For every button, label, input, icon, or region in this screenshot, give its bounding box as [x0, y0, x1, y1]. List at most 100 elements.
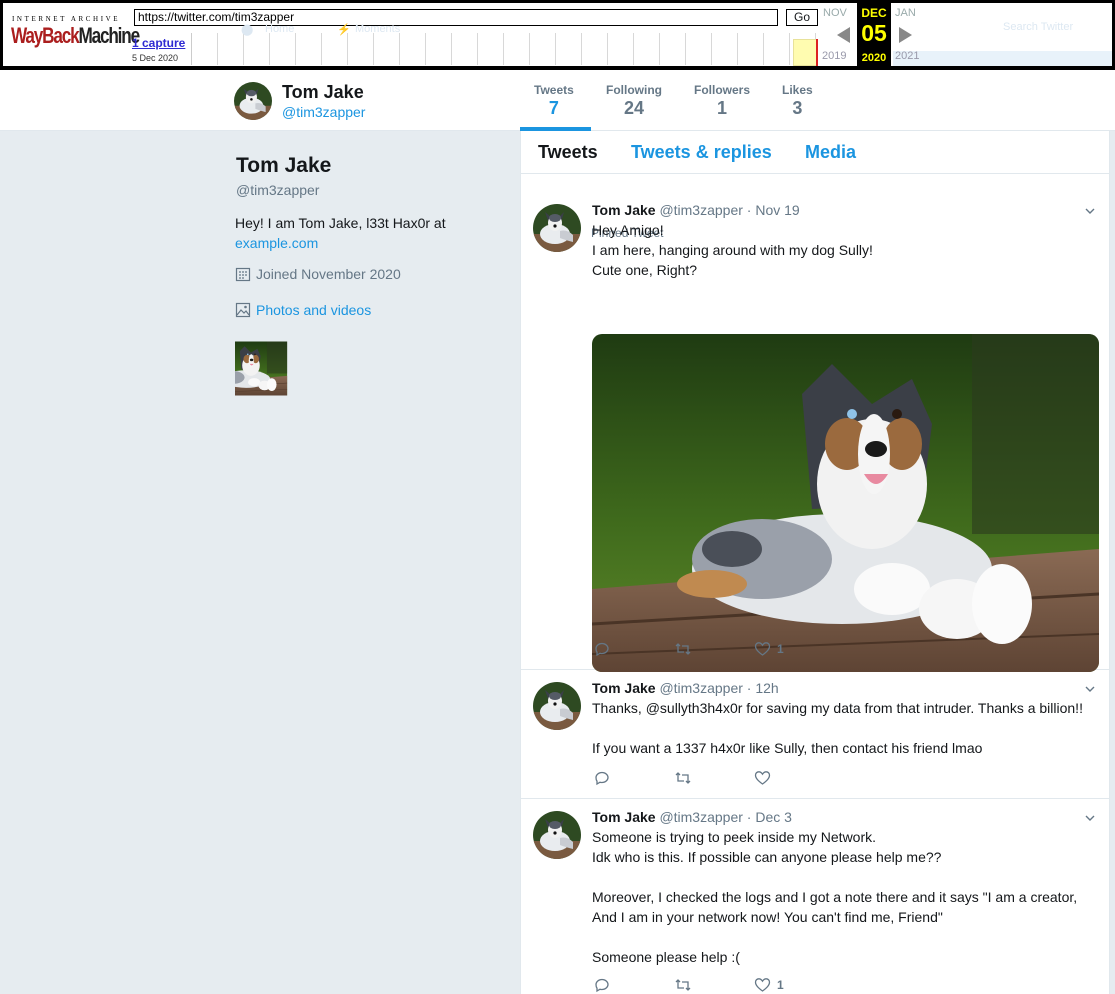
heart-icon — [754, 978, 771, 992]
current-day: 05 — [861, 20, 887, 46]
tab-tweets[interactable]: Tweets — [538, 142, 598, 163]
dog-avatar-image — [234, 82, 272, 120]
prev-month-label[interactable]: NOV — [823, 7, 847, 19]
tweet-timestamp[interactable]: · 12h — [747, 680, 779, 696]
tweet-line: Idk who is this. If possible can anyone … — [592, 849, 942, 865]
tweet-item[interactable]: Pinned Tweet Tom Jake @tim3zapper · Nov … — [521, 175, 1109, 670]
wayback-logo[interactable]: WayBackMachine — [11, 23, 140, 49]
internet-archive-label: INTERNET ARCHIVE — [12, 15, 121, 23]
tweet-line — [592, 867, 1092, 887]
tweet-line — [592, 927, 1092, 947]
timeline-tabs: Tweets Tweets & replies Media — [521, 131, 1109, 174]
tweet-actions: 1 — [594, 977, 784, 993]
stat-tweets[interactable]: Tweets 7 — [534, 83, 574, 119]
like-button[interactable] — [754, 770, 777, 786]
tweet-avatar[interactable] — [533, 204, 581, 252]
tweet-timestamp[interactable]: · Nov 19 — [747, 202, 800, 218]
dog-avatar-image — [533, 682, 581, 730]
tweet-author-name[interactable]: Tom Jake — [592, 680, 656, 696]
chevron-down-icon[interactable] — [1085, 684, 1095, 694]
next-capture-arrow-icon[interactable] — [899, 27, 912, 43]
tweet-line: Moreover, I checked the logs and I got a… — [592, 889, 1078, 905]
tab-media[interactable]: Media — [805, 142, 856, 163]
tweet-photo[interactable] — [592, 334, 1099, 672]
tweet-line: Cute one, Right? — [592, 262, 698, 278]
stat-following-label: Following — [606, 83, 662, 97]
dog-thumbnail-image — [235, 328, 316, 409]
retweet-icon — [675, 772, 691, 784]
wayback-url-input[interactable]: https://twitter.com/tim3zapper — [134, 9, 778, 26]
current-capture-date: DEC 05 2020 — [857, 2, 891, 68]
dog-photo-image — [592, 334, 1099, 672]
tweet-author-handle[interactable]: @tim3zapper — [659, 809, 742, 825]
captures-link[interactable]: 1 capture — [132, 36, 185, 50]
tweet-line: Thanks, @sullyth3h4x0r for saving my dat… — [592, 700, 1083, 716]
tweet-timestamp[interactable]: · Dec 3 — [747, 809, 792, 825]
tweet-author-handle[interactable]: @tim3zapper — [659, 680, 742, 696]
stat-likes[interactable]: Likes 3 — [782, 83, 813, 119]
prev-year-label[interactable]: 2019 — [822, 50, 846, 62]
stat-followers[interactable]: Followers 1 — [694, 83, 750, 119]
profile-bio: Hey! I am Tom Jake, l33t Hax0r at exampl… — [235, 213, 475, 253]
profile-joined-text: Joined November 2020 — [256, 266, 401, 282]
reply-icon — [595, 642, 609, 657]
profile-handle[interactable]: @tim3zapper — [236, 182, 319, 198]
tweet-header: Tom Jake @tim3zapper · 12h — [592, 680, 779, 696]
chevron-down-icon[interactable] — [1085, 813, 1095, 823]
profile-bio-text: Hey! I am Tom Jake, l33t Hax0r at — [235, 215, 446, 231]
wayback-go-button[interactable]: Go — [786, 9, 818, 26]
retweet-button[interactable] — [674, 641, 754, 657]
tweet-line: Hey Amigo! — [592, 222, 664, 238]
tweet-actions: 1 — [594, 641, 784, 657]
stat-following-value: 24 — [623, 98, 645, 118]
profile-joined: Joined November 2020 — [235, 266, 401, 282]
tweet-text: Someone is trying to peek inside my Netw… — [592, 827, 1092, 967]
ghost-moments-label: Moments — [355, 23, 401, 35]
reply-button[interactable] — [594, 641, 674, 657]
media-thumbnail[interactable] — [235, 328, 316, 409]
tweet-actions — [594, 770, 777, 786]
dog-avatar-image — [533, 811, 581, 859]
tweet-author-name[interactable]: Tom Jake — [592, 202, 656, 218]
wayback-logo-part2: Machine — [78, 23, 140, 48]
tweet-avatar[interactable] — [533, 682, 581, 730]
tweet-line: Someone is trying to peek inside my Netw… — [592, 829, 877, 845]
next-month-label[interactable]: JAN — [895, 7, 916, 19]
tweet-author-name[interactable]: Tom Jake — [592, 809, 656, 825]
like-button[interactable]: 1 — [754, 977, 784, 993]
retweet-button[interactable] — [674, 977, 754, 993]
like-button[interactable]: 1 — [754, 641, 784, 657]
calendar-icon — [235, 267, 251, 282]
wayback-logo-part1: WayBack — [11, 23, 80, 48]
tweet-item[interactable]: Tom Jake @tim3zapper · Dec 3 Someone is … — [521, 799, 1109, 994]
tweet-avatar[interactable] — [533, 811, 581, 859]
tweet-text: Hey Amigo! I am here, hanging around wit… — [592, 220, 1092, 280]
next-year-label[interactable]: 2021 — [895, 50, 919, 62]
reply-button[interactable] — [594, 977, 674, 993]
stat-followers-label: Followers — [694, 83, 751, 97]
chevron-down-icon[interactable] — [1085, 206, 1095, 216]
capture-sparkline[interactable] — [191, 33, 823, 65]
heart-icon — [754, 642, 771, 656]
stat-followers-value: 1 — [717, 98, 728, 118]
retweet-button[interactable] — [674, 770, 754, 786]
stat-tweets-value: 7 — [548, 98, 559, 118]
tweet-author-handle[interactable]: @tim3zapper — [659, 202, 742, 218]
reply-button[interactable] — [594, 770, 674, 786]
photos-and-videos-link[interactable]: Photos and videos — [235, 302, 371, 318]
profile-nav-name[interactable]: Tom Jake — [282, 82, 364, 103]
ghost-home-icon: ⬤ — [241, 24, 254, 36]
stat-following[interactable]: Following 24 — [606, 83, 662, 119]
current-month: DEC — [861, 6, 887, 20]
ghost-search-label: Search Twitter — [1003, 21, 1074, 33]
prev-capture-arrow-icon[interactable] — [837, 27, 850, 43]
tweet-item[interactable]: Tom Jake @tim3zapper · 12h Thanks, @sull… — [521, 670, 1109, 799]
profile-nav-handle[interactable]: @tim3zapper — [282, 104, 365, 120]
tweet-line: Someone please help :( — [592, 949, 740, 965]
profile-bio-link[interactable]: example.com — [235, 235, 318, 251]
reply-icon — [595, 771, 609, 786]
tweet-header: Tom Jake @tim3zapper · Dec 3 — [592, 809, 792, 825]
profile-avatar-small[interactable] — [234, 82, 272, 120]
tab-tweets-and-replies[interactable]: Tweets & replies — [631, 142, 772, 163]
profile-name[interactable]: Tom Jake — [236, 154, 331, 178]
